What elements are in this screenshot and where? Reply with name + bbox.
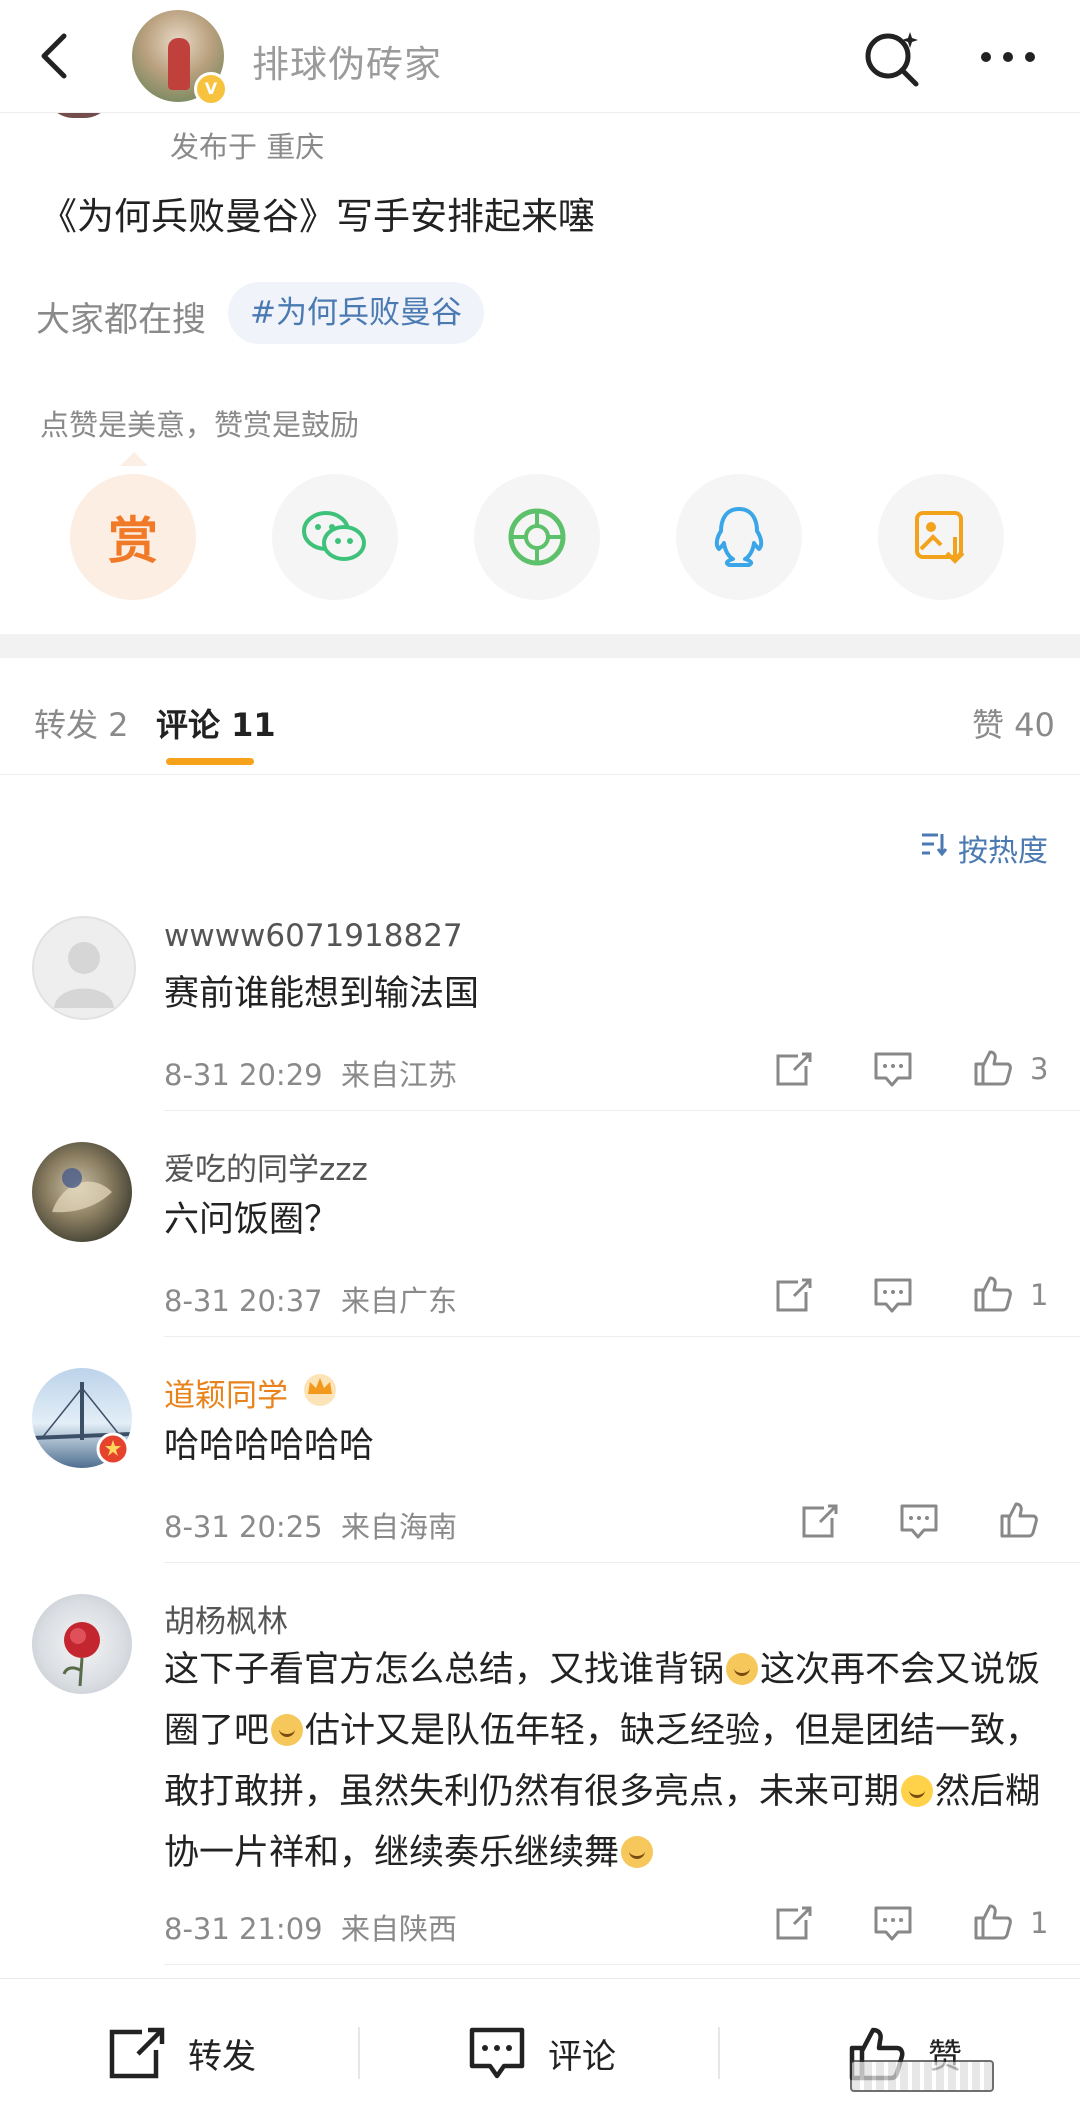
qq-icon xyxy=(714,507,764,567)
reply-icon[interactable] xyxy=(872,1902,914,1944)
repost-label: 转发 xyxy=(188,2036,256,2077)
comment-date: 8-31 20:29 xyxy=(164,1058,323,1092)
tabs-border xyxy=(0,774,1080,775)
comment-avatar[interactable] xyxy=(32,1594,132,1694)
comment-location: 来自江苏 xyxy=(341,1058,458,1092)
doge-emoji-icon xyxy=(726,1653,759,1685)
comment-separator xyxy=(164,1336,1080,1337)
reward-hint: 点赞是美意，赞赏是鼓励 xyxy=(40,408,360,442)
comment-avatar[interactable] xyxy=(32,1142,132,1242)
comment-time: 8-31 20:37 来自广东 xyxy=(164,1278,457,1320)
comment-separator xyxy=(164,1110,1080,1111)
reply-icon[interactable] xyxy=(898,1500,940,1542)
comment-text: 六问饭圈？ xyxy=(164,1200,340,1240)
comment-separator xyxy=(164,1964,1080,1965)
section-divider xyxy=(0,634,1080,658)
system-overlay-indicator xyxy=(850,2060,994,2092)
repost-button[interactable]: 转发 xyxy=(108,2023,256,2083)
official-badge-icon xyxy=(96,1432,130,1466)
comment-username[interactable]: 道颖同学 xyxy=(164,1370,288,1415)
tab-likes[interactable]: 赞 40 xyxy=(972,700,1055,746)
comment-text: 这下子看官方怎么总结，又找谁背锅 这次再不会又说饭圈了吧 估计又是队伍年轻，缺乏经验… xyxy=(164,1640,1044,1884)
comment-username[interactable]: wwww6071918827 xyxy=(164,918,463,954)
like-count: 3 xyxy=(1030,1052,1049,1086)
share-moments-button[interactable] xyxy=(474,474,600,600)
sort-by-hot[interactable]: 按热度 xyxy=(958,826,1048,870)
verified-badge: V xyxy=(194,72,228,106)
tab-repost[interactable]: 转发 2 xyxy=(34,700,129,746)
bottom-action-bar: 转发 评论 赞 xyxy=(0,1978,1080,2124)
trending-tag[interactable]: #为何兵败曼谷 xyxy=(228,282,484,344)
post-location: 发布于 重庆 xyxy=(170,130,325,164)
bar-separator xyxy=(358,2027,360,2079)
share-icon[interactable] xyxy=(798,1500,840,1542)
crown-icon xyxy=(304,1374,336,1406)
comment-text: 赛前谁能想到输法国 xyxy=(164,974,480,1014)
post-text: 《为何兵败曼谷》写手安排起来噻 xyxy=(40,195,595,238)
comment-button[interactable]: 评论 xyxy=(468,2023,616,2083)
sort-icon[interactable] xyxy=(920,830,948,858)
like-count: 1 xyxy=(1030,1906,1049,1940)
comment-text: 哈哈哈哈哈哈 xyxy=(164,1426,375,1466)
comment-username[interactable]: 胡杨枫林 xyxy=(164,1596,288,1641)
comment-date: 8-31 20:37 xyxy=(164,1284,323,1318)
comment-separator xyxy=(164,1562,1080,1563)
moments-icon xyxy=(508,508,566,566)
comment-location: 来自广东 xyxy=(341,1284,458,1318)
like-icon[interactable] xyxy=(972,1046,1014,1088)
comment-date: 8-31 20:25 xyxy=(164,1510,323,1544)
comment-text-part: 这下子看官方怎么总结，又找谁背锅 xyxy=(164,1650,725,1690)
repost-icon xyxy=(109,2027,165,2079)
reply-icon[interactable] xyxy=(872,1274,914,1316)
top-bar: V 排球伪砖家 xyxy=(0,0,1080,113)
comment-location: 来自海南 xyxy=(341,1510,458,1544)
comment-username[interactable]: 爱吃的同学zzz xyxy=(164,1144,368,1189)
hint-arrow xyxy=(120,452,148,466)
comment-avatar[interactable] xyxy=(32,916,136,1020)
share-icon[interactable] xyxy=(772,1902,814,1944)
like-icon[interactable] xyxy=(972,1272,1014,1314)
trending-search-label: 大家都在搜 xyxy=(36,300,206,340)
reward-button[interactable]: 赏 xyxy=(70,474,196,600)
wechat-icon xyxy=(302,511,366,561)
save-image-icon xyxy=(915,511,965,564)
comment-label: 评论 xyxy=(548,2036,616,2077)
more-icon[interactable] xyxy=(978,34,1038,80)
author-name[interactable]: 排球伪砖家 xyxy=(252,34,442,88)
tab-comments[interactable]: 评论 11 xyxy=(156,700,276,746)
doge-emoji-icon xyxy=(621,1836,654,1868)
like-icon[interactable] xyxy=(998,1498,1040,1540)
like-icon[interactable] xyxy=(972,1900,1014,1942)
comment-location: 来自陕西 xyxy=(341,1912,458,1946)
like-count: 1 xyxy=(1030,1278,1049,1312)
comment-time: 8-31 20:25 来自海南 xyxy=(164,1504,457,1546)
comment-username-text: 道颖同学 xyxy=(164,1378,288,1414)
comment-time: 8-31 20:29 来自江苏 xyxy=(164,1052,457,1094)
active-tab-indicator xyxy=(166,758,254,765)
save-image-button[interactable] xyxy=(878,474,1004,600)
share-icon[interactable] xyxy=(772,1048,814,1090)
comment-time: 8-31 21:09 来自陕西 xyxy=(164,1906,457,1948)
reward-label: 赏 xyxy=(108,512,158,570)
search-icon[interactable] xyxy=(862,28,922,88)
laugh-cry-emoji-icon xyxy=(901,1775,934,1807)
comment-date: 8-31 21:09 xyxy=(164,1912,323,1946)
bar-separator xyxy=(718,2027,720,2079)
doge-emoji-icon xyxy=(271,1714,304,1746)
back-icon[interactable] xyxy=(28,28,84,84)
share-wechat-button[interactable] xyxy=(272,474,398,600)
reply-icon[interactable] xyxy=(872,1048,914,1090)
comment-icon xyxy=(469,2027,525,2079)
share-icon[interactable] xyxy=(772,1274,814,1316)
share-qq-button[interactable] xyxy=(676,474,802,600)
